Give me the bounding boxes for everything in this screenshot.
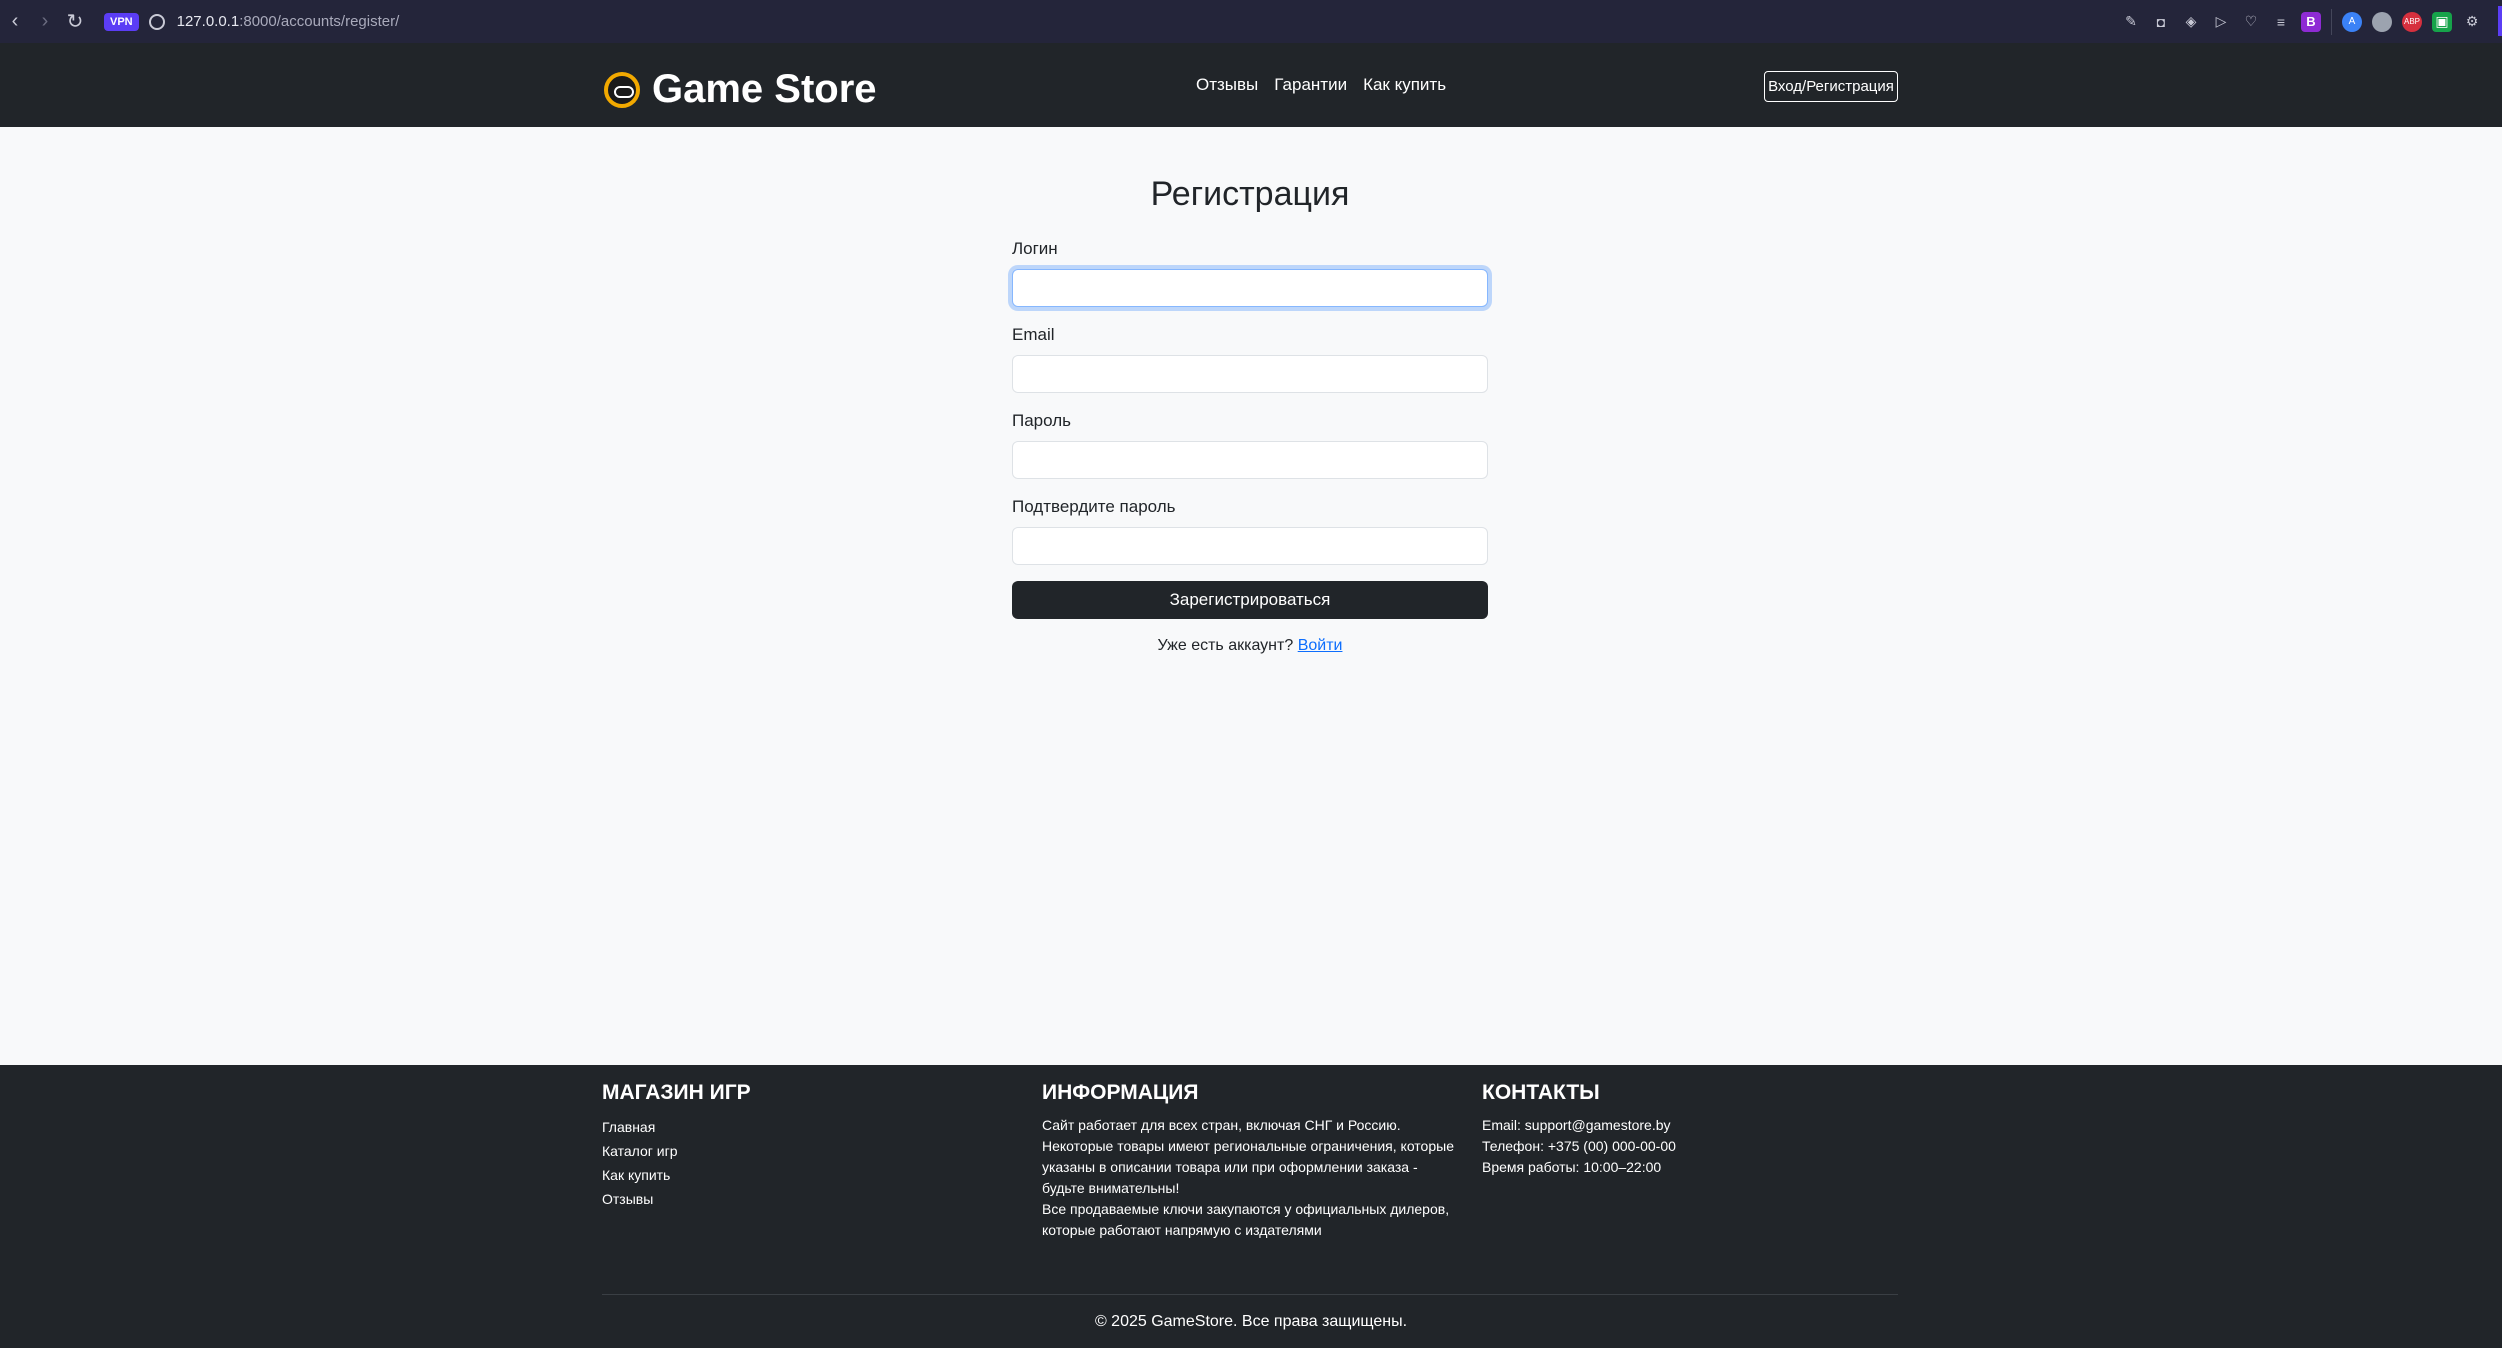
register-submit-button[interactable]: Зарегистрироваться [1012,581,1488,619]
footer-phone: Телефон: +375 (00) 000-00-00 [1482,1138,1676,1154]
footer-link-home[interactable]: Главная [602,1119,655,1135]
nav-how-to-buy[interactable]: Как купить [1363,75,1446,95]
sidebar-accent [2498,6,2502,36]
have-account-text: Уже есть аккаунт? [1157,637,1294,654]
page-title: Регистрация [1150,175,1350,213]
forward-icon[interactable]: › [30,7,60,37]
url-path: :8000/accounts/register/ [239,13,400,30]
email-input[interactable] [1012,355,1488,393]
toolbar-icons: ✎ ◘ ◈ ▷ ♡ ≡ B A ABP ▣ ⚙ [2121,0,2482,43]
login-link[interactable]: Войти [1298,637,1343,654]
main-nav: Отзывы Гарантии Как купить [1196,75,1446,95]
nav-guarantees[interactable]: Гарантии [1274,75,1347,95]
edit-icon[interactable]: ✎ [2121,12,2141,32]
profile-badge[interactable]: B [2301,11,2321,32]
footer-divider [602,1294,1898,1295]
register-page: Регистрация Логин Email Пароль Подтверди… [0,127,2502,1065]
login-register-button[interactable]: Вход/Регистрация [1764,71,1898,102]
email-label: Email [1012,325,1055,344]
confirm-password-label: Подтвердите пароль [1012,497,1176,516]
footer-link-catalog[interactable]: Каталог игр [602,1143,678,1159]
confirm-password-input[interactable] [1012,527,1488,565]
footer-store-title: МАГАЗИН ИГР [602,1081,751,1104]
extension-circle-icon[interactable] [2372,11,2392,32]
site-header: Game Store Отзывы Гарантии Как купить Вх… [0,43,2502,127]
extension-green-icon[interactable]: ▣ [2432,11,2452,32]
site-logo[interactable]: Game Store [604,67,877,112]
send-icon[interactable]: ▷ [2211,12,2231,32]
password-input[interactable] [1012,441,1488,479]
heart-icon[interactable]: ♡ [2241,12,2261,32]
footer-contacts-column: КОНТАКТЫ Email: support@gamestore.by Тел… [1482,1081,1902,1178]
logo-text: Game Store [652,67,877,111]
footer-info-text-1: Сайт работает для всех стран, включая СН… [1042,1117,1401,1133]
adblock-icon[interactable]: ABP [2402,11,2422,32]
reload-icon[interactable]: ↻ [60,7,90,37]
url-host: 127.0.0.1 [176,13,240,30]
copyright: © 2025 GameStore. Все права защищены. [1094,1313,1408,1330]
extensions-puzzle-icon[interactable]: ⚙ [2462,12,2482,32]
have-account-prompt: Уже есть аккаунт? Войти [1012,637,1488,655]
back-icon[interactable]: ‹ [0,7,30,37]
password-label: Пароль [1012,411,1071,430]
address-bar[interactable]: 127.0.0.1:8000/accounts/register/ [177,13,400,30]
footer-store-column: МАГАЗИН ИГР Главная Каталог игр Как купи… [602,1081,1022,1211]
shield-icon[interactable]: ◈ [2181,12,2201,32]
menu-icon[interactable]: ≡ [2271,12,2291,32]
login-input[interactable] [1012,269,1488,307]
browser-toolbar: ‹ › ↻ VPN 127.0.0.1:8000/accounts/regist… [0,0,2502,43]
footer-link-reviews[interactable]: Отзывы [602,1191,653,1207]
footer-contacts-title: КОНТАКТЫ [1482,1081,1600,1104]
footer-link-how-to-buy[interactable]: Как купить [602,1167,670,1183]
site-footer: МАГАЗИН ИГР Главная Каталог игр Как купи… [0,1065,2502,1348]
nav-reviews[interactable]: Отзывы [1196,75,1258,95]
site-info-icon[interactable] [148,13,165,30]
footer-hours: Время работы: 10:00–22:00 [1482,1159,1662,1175]
footer-info-text-3: Все продаваемые ключи закупаются у офици… [1042,1201,1450,1238]
login-label: Логин [1012,239,1058,258]
footer-info-title: ИНФОРМАЦИЯ [1042,1081,1199,1104]
footer-info-text-2: Некоторые товары имеют региональные огра… [1042,1138,1454,1196]
extension-translate-icon[interactable]: A [2342,11,2362,32]
camera-icon[interactable]: ◘ [2151,12,2171,32]
toolbar-divider [2331,8,2332,35]
gamepad-logo-icon [604,71,640,108]
footer-info-column: ИНФОРМАЦИЯ Сайт работает для всех стран,… [1042,1081,1462,1241]
footer-email: Email: support@gamestore.by [1482,1117,1671,1133]
vpn-badge[interactable]: VPN [104,12,139,31]
